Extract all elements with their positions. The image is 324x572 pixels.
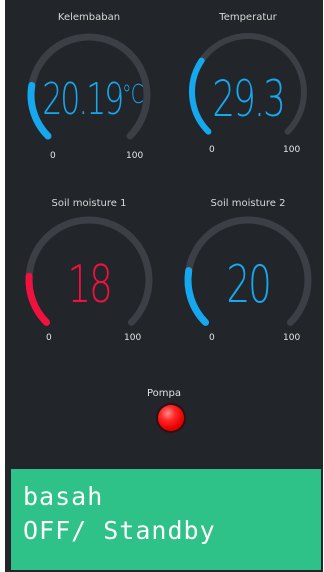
gauge-temperatur: Temperatur 29.3 0 100 [183, 12, 313, 172]
gauge-value: 20 [226, 255, 271, 315]
gauge-value: 18 [67, 255, 112, 315]
gauge-value: 20.19°C [42, 74, 144, 125]
status-line-pump: OFF/ Standby [23, 516, 216, 545]
status-panel: basah OFF/ Standby [11, 469, 321, 570]
dashboard: Kelembaban 20.19°C 0 100 Temperatur 29.3… [5, 0, 323, 572]
gauge-max: 100 [283, 145, 301, 155]
gauge-value: 29.3 [212, 70, 286, 128]
gauge-min: 0 [209, 145, 215, 155]
status-line-moisture: basah [23, 482, 104, 511]
pump-status-led[interactable] [158, 405, 184, 431]
gauge-min: 0 [46, 333, 52, 343]
gauge-kelembaban: Kelembaban 20.19°C 0 100 [24, 12, 154, 172]
gauge-unit: °C [122, 80, 144, 110]
gauge-max: 100 [283, 333, 301, 343]
pump-label: Pompa [146, 388, 181, 399]
gauge-min: 0 [209, 333, 215, 343]
gauge-min: 0 [50, 151, 56, 161]
gauge-max: 100 [126, 151, 144, 161]
gauge-max: 100 [124, 333, 142, 343]
gauge-soil-moisture-1: Soil moisture 1 18 0 100 [24, 198, 154, 358]
gauge-soil-moisture-2: Soil moisture 2 20 0 100 [183, 198, 313, 358]
